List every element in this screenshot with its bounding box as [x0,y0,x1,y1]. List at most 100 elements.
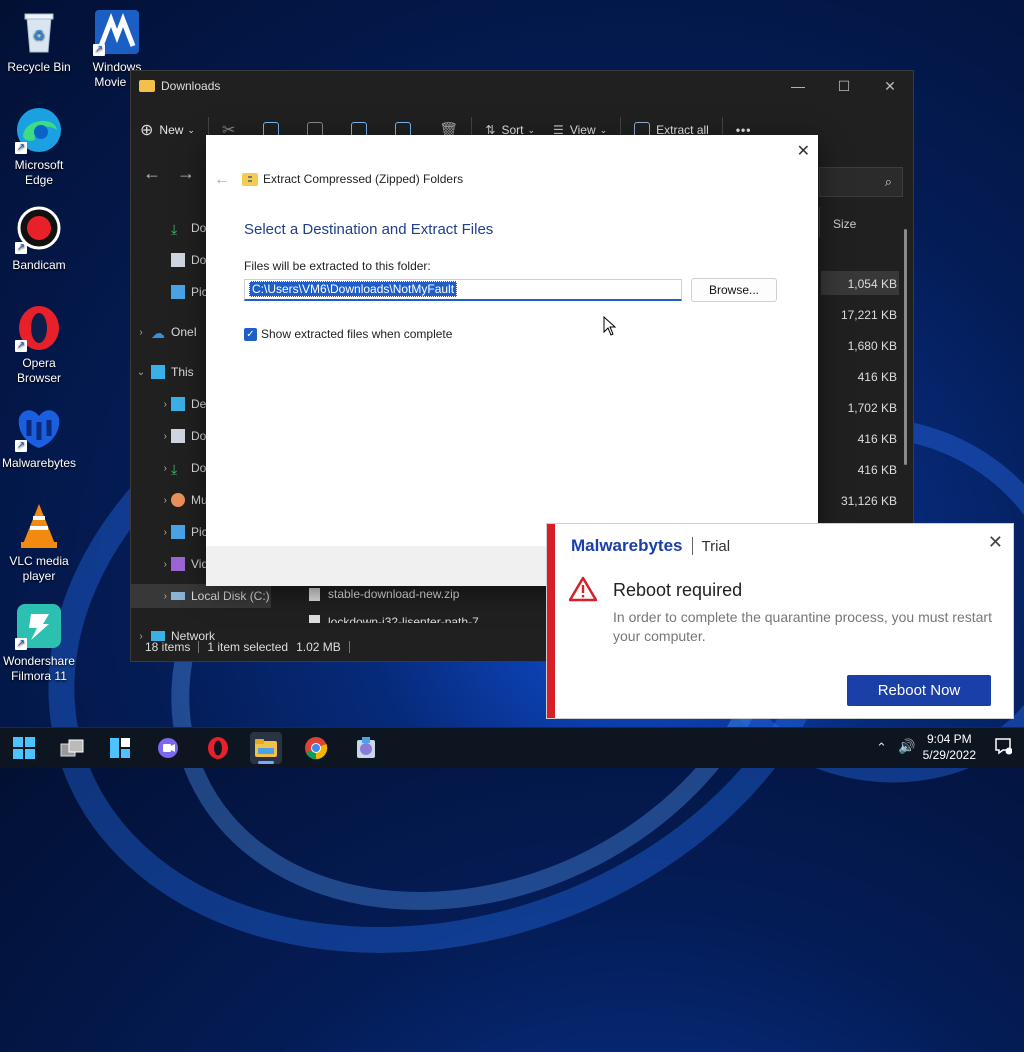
chevron-right-icon: › [139,326,143,338]
show-files-checkbox[interactable]: ✓ Show extracted files when complete [244,327,452,341]
file-explorer-icon [255,739,277,757]
shortcut-arrow-icon: ↗ [15,440,27,452]
search-icon: ⌕ [884,174,892,189]
close-button[interactable]: ✕ [867,71,913,101]
opera-icon: ↗ [15,304,63,352]
browse-button[interactable]: Browse... [691,278,777,302]
desktop-icon-label: Malwarebytes [1,456,77,470]
close-icon[interactable]: ✕ [988,532,1003,553]
file-size: 416 KB [857,432,897,446]
start-button[interactable] [8,732,40,764]
chevron-right-icon: › [163,398,167,410]
nav-item-label: Local Disk (C:) [191,589,270,603]
file-size: 1,680 KB [847,339,897,353]
chevron-down-icon: ⌄ [527,124,536,135]
new-button[interactable]: ⊕ New ⌄ [131,114,204,146]
chevron-down-icon: ⌄ [599,124,608,135]
search-input[interactable]: ⌕ [819,167,903,197]
shortcut-arrow-icon: ↗ [93,44,105,56]
clock[interactable]: 9:04 PM 5/29/2022 [923,731,976,763]
pc-icon [151,365,165,379]
pictures-icon [171,285,185,299]
widgets-icon [110,738,130,758]
chevron-up-icon[interactable]: ⌃ [876,740,887,756]
chrome-taskbar-button[interactable] [300,732,332,764]
alert-accent-bar [547,524,555,718]
desktop-icon-vlc[interactable]: VLC media player [0,502,78,584]
mouse-cursor-icon [603,316,617,336]
window-title: Downloads [161,79,221,93]
chevron-right-icon: › [163,462,167,474]
chat-button[interactable] [152,732,184,764]
desktop-icon-recycle-bin[interactable]: ♻ Recycle Bin [0,8,78,75]
vlc-icon [15,502,63,550]
list-item[interactable]: stable-download-new.zip [309,587,459,601]
list-item[interactable]: lockdown-i32-lisenter-path-7 [309,615,479,623]
desktop-icon-label: Microsoft Edge [14,158,64,187]
document-icon [171,429,185,443]
notification-message: In order to complete the quarantine proc… [613,609,992,644]
destination-path-input[interactable]: C:\Users\VM6\Downloads\NotMyFault [244,279,682,301]
svg-text:♻: ♻ [33,27,46,43]
download-icon: ⤓ [171,461,178,477]
forward-button[interactable]: → [177,163,195,184]
close-button[interactable]: ✕ [797,141,810,161]
window-controls: — ☐ ✕ [775,71,913,101]
maximize-button[interactable]: ☐ [821,71,867,101]
zip-folder-icon [242,172,258,186]
brand-logo: Malwarebytes [571,536,683,555]
checkmark-icon: ✓ [244,327,257,341]
back-button[interactable]: ← [214,171,230,189]
desktop-icon-filmora[interactable]: ↗ Wondershare Filmora 11 [0,602,78,684]
taskbar: ⌃ 🔊 9:04 PM 5/29/2022 [0,727,1024,768]
file-size: 416 KB [857,370,897,384]
nav-item-local-disk[interactable]: › Local Disk (C:) [131,584,271,608]
installer-taskbar-button[interactable] [350,732,382,764]
minimize-button[interactable]: — [775,71,821,101]
shortcut-arrow-icon: ↗ [15,340,27,352]
back-button[interactable]: ← [143,163,161,184]
file-explorer-taskbar-button[interactable] [250,732,282,764]
destination-path-value: C:\Users\VM6\Downloads\NotMyFault [249,281,458,297]
notification-title: Reboot required [613,580,743,600]
clock-date: 5/29/2022 [922,748,976,762]
desktop-icon-label: Opera Browser [16,356,61,385]
desktop-icon-label: Wondershare Filmora 11 [3,654,75,683]
desktop-icon-malwarebytes[interactable]: ↗ Malwarebytes [0,404,78,471]
chrome-icon [305,737,328,760]
pictures-icon [171,525,185,539]
chevron-right-icon: › [163,590,167,602]
desktop-icon-bandicam[interactable]: ↗ Bandicam [0,206,78,273]
file-size: 17,221 KB [840,308,897,322]
extract-dialog: ✕ ← Extract Compressed (Zipped) Folders … [206,135,818,586]
desktop-icon-edge[interactable]: ↗ Microsoft Edge [0,106,78,188]
shortcut-arrow-icon: ↗ [15,142,27,154]
selection-size: 1.02 MB [292,641,350,653]
selection-count: 1 item selected [207,640,289,654]
volume-icon[interactable]: 🔊 [898,738,915,755]
edge-icon: ↗ [15,106,63,154]
item-count: 18 items [145,641,200,653]
installer-icon [357,737,375,758]
desktop-icon-label: Bandicam [12,258,66,272]
destination-label: Files will be extracted to this folder: [244,259,431,273]
task-view-button[interactable] [56,732,88,764]
chevron-down-icon: ⌄ [136,366,146,378]
video-icon [171,557,185,571]
shortcut-arrow-icon: ↗ [15,242,27,254]
file-size: 1,702 KB [847,401,897,415]
drive-icon [171,592,185,600]
opera-icon [208,737,228,759]
size-column-header[interactable]: Size [833,217,856,231]
notification-center-icon[interactable] [994,737,1013,758]
desktop-folder-icon [171,397,185,411]
reboot-now-button[interactable]: Reboot Now [847,675,991,706]
scrollbar[interactable] [904,229,907,465]
movie-maker-icon: ↗ [93,8,141,56]
desktop-icon-opera[interactable]: ↗ Opera Browser [0,304,78,386]
opera-taskbar-button[interactable] [202,732,234,764]
recycle-bin-icon: ♻ [15,8,63,56]
widgets-button[interactable] [104,732,136,764]
dialog-title: Extract Compressed (Zipped) Folders [242,172,463,186]
nav-item-label: OneI [171,325,198,339]
